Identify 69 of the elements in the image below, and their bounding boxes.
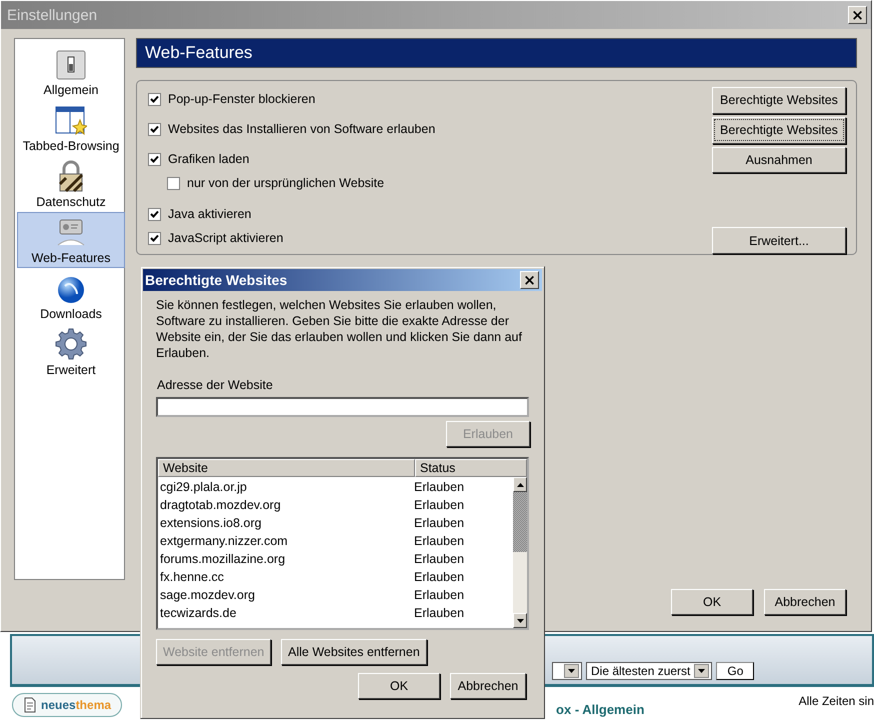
checkbox[interactable] bbox=[148, 92, 161, 106]
status-cell[interactable]: Erlauben bbox=[414, 480, 513, 494]
dropdown[interactable] bbox=[552, 662, 582, 680]
website-cell[interactable]: sage.mozdev.org bbox=[158, 588, 414, 602]
sort-dropdown[interactable]: Die ältesten zuerst bbox=[586, 662, 712, 680]
tabs-window-icon bbox=[55, 106, 87, 136]
option-button[interactable]: Berechtigte Websites bbox=[712, 87, 846, 114]
section-title: Web-Features bbox=[145, 43, 252, 63]
checkbox[interactable] bbox=[148, 232, 161, 244]
status-cell[interactable]: Erlauben bbox=[414, 606, 513, 620]
close-button[interactable]: × bbox=[520, 271, 539, 289]
status-cell[interactable]: Erlauben bbox=[414, 534, 513, 548]
checkbox-option[interactable]: Pop-up-Fenster blockieren bbox=[148, 87, 436, 111]
option-button[interactable]: Erweitert... bbox=[712, 227, 846, 254]
status-cell[interactable]: Erlauben bbox=[414, 498, 513, 512]
status-cell[interactable]: Erlauben bbox=[414, 552, 513, 566]
ok-button[interactable]: OK bbox=[358, 673, 440, 699]
website-cell[interactable]: dragtotab.mozdev.org bbox=[158, 498, 414, 512]
column-header[interactable]: Status bbox=[415, 459, 527, 477]
scroll-down-icon[interactable] bbox=[513, 613, 527, 628]
website-cell[interactable]: cgi29.plala.or.jp bbox=[158, 480, 414, 494]
window-title: Einstellungen bbox=[7, 6, 98, 24]
address-input[interactable] bbox=[156, 397, 529, 417]
scroll-thumb[interactable] bbox=[513, 492, 527, 552]
website-cell[interactable]: tecwizards.de bbox=[158, 606, 414, 620]
scrollbar[interactable] bbox=[513, 477, 527, 628]
forum-link[interactable]: ox - Allgemein bbox=[556, 702, 644, 716]
option-button[interactable]: Ausnahmen bbox=[712, 146, 846, 174]
checkbox[interactable] bbox=[148, 208, 161, 220]
time-note: Alle Zeiten sin bbox=[798, 694, 874, 708]
cancel-button[interactable]: Abbrechen bbox=[764, 589, 846, 615]
category-item[interactable]: Allgemein bbox=[17, 44, 125, 100]
scroll-up-icon[interactable] bbox=[513, 477, 527, 492]
category-item[interactable]: Web-Features bbox=[17, 212, 125, 268]
category-item[interactable]: Downloads bbox=[17, 268, 125, 324]
checkbox-option[interactable]: nur von der ursprünglichen Website bbox=[167, 171, 436, 195]
checkbox-option[interactable]: Grafiken laden bbox=[148, 147, 436, 171]
status-cell[interactable]: Erlauben bbox=[414, 588, 513, 602]
go-button[interactable]: Go bbox=[716, 662, 754, 680]
checkbox-option[interactable]: Websites das Installieren von Software erlauben bbox=[148, 117, 436, 141]
status-cell[interactable]: Erlauben bbox=[414, 516, 513, 530]
remove-button[interactable]: Alle Websites entfernen bbox=[281, 639, 427, 665]
status-cell[interactable]: Erlauben bbox=[414, 570, 513, 584]
website-cell[interactable]: forums.mozillazine.org bbox=[158, 552, 414, 566]
gear-icon bbox=[55, 328, 87, 360]
checkbox-option[interactable]: JavaScript aktivieren bbox=[148, 226, 436, 250]
switch-icon bbox=[56, 50, 86, 80]
address-label: Adresse der Website bbox=[157, 378, 274, 392]
column-header[interactable]: Website bbox=[158, 459, 415, 477]
document-icon bbox=[23, 697, 37, 713]
padlock-icon bbox=[57, 160, 85, 192]
category-item[interactable]: Erweitert bbox=[17, 324, 125, 380]
category-item[interactable]: Datenschutz bbox=[17, 156, 125, 212]
checkbox-option[interactable]: Java aktivieren bbox=[148, 202, 436, 226]
checkbox[interactable] bbox=[148, 152, 161, 166]
description-text: Sie können festlegen, welchen Websites Sie erlauben wollen, Software zu installieren. Geben Sie bitte die exakte Adresse der Website ein, der Sie das erlauben wollen und klicken Sie dann auf Erlauben. bbox=[156, 297, 523, 361]
website-cell[interactable]: extensions.io8.org bbox=[158, 516, 414, 530]
checkbox[interactable] bbox=[167, 176, 180, 190]
globe-icon bbox=[57, 276, 85, 304]
cancel-button[interactable]: Abbrechen bbox=[450, 673, 526, 699]
website-cell[interactable]: extgermany.nizzer.com bbox=[158, 534, 414, 548]
dialog-title: Berechtigte Websites bbox=[145, 272, 288, 288]
new-topic-button[interactable]: neuesthema bbox=[12, 693, 122, 717]
option-button[interactable]: Berechtigte Websites bbox=[712, 116, 846, 144]
ok-button[interactable]: OK bbox=[671, 589, 753, 615]
checkbox[interactable] bbox=[148, 122, 161, 136]
website-cell[interactable]: fx.henne.cc bbox=[158, 570, 414, 584]
category-item[interactable]: Tabbed-Browsing bbox=[17, 100, 125, 156]
close-button[interactable]: × bbox=[848, 6, 867, 24]
